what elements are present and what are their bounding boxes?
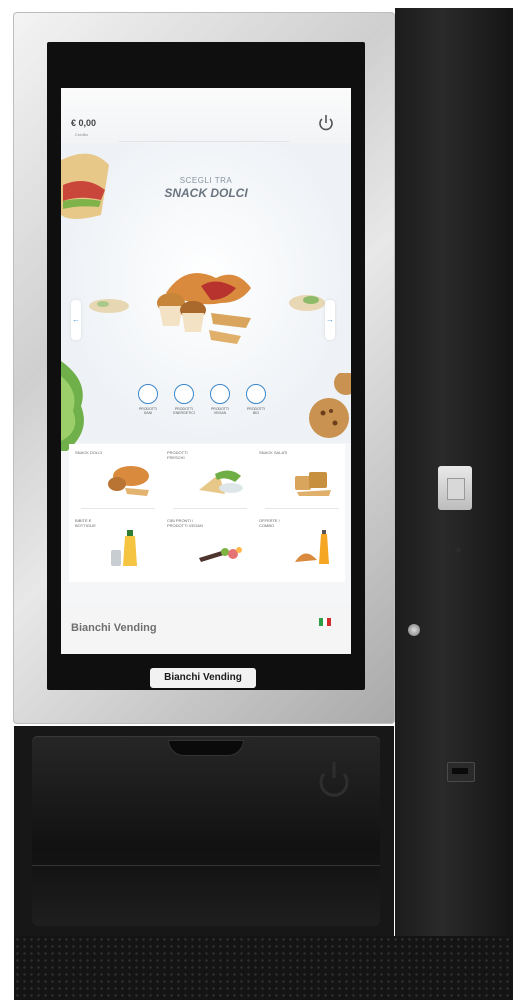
next-item-image	[289, 295, 325, 311]
diet-filter-label: PRODOTTI BIO	[246, 407, 266, 415]
power-icon[interactable]	[316, 113, 336, 133]
credit-label: Credito	[75, 132, 88, 137]
cookie-image	[309, 373, 351, 438]
diet-filter-energy[interactable]: PRODOTTI ENERGETICI	[172, 384, 196, 415]
coin-return-button[interactable]	[408, 624, 420, 636]
diet-filter-healthy[interactable]: PRODOTTI SANI	[136, 384, 160, 415]
combo-icon	[295, 530, 329, 564]
category-fresh-products[interactable]: PRODOTTI FRESCHI	[163, 444, 251, 510]
diet-filter-bio[interactable]: PRODOTTI BIO	[244, 384, 268, 415]
category-drinks[interactable]: BIBITE E BOTTIGLIE	[71, 512, 159, 578]
crackers-icon	[295, 472, 331, 496]
header-subtitle: SCEGLI TRA	[179, 176, 233, 185]
bio-icon	[246, 384, 266, 404]
carousel-next-button[interactable]: →	[325, 300, 335, 340]
diet-filter-vegan[interactable]: PRODOTTI VEGAN	[208, 384, 232, 415]
carousel-prev-button[interactable]: ←	[71, 300, 81, 340]
ventilation-grille	[14, 936, 513, 1000]
coin-slot-icon[interactable]	[447, 478, 465, 500]
category-label: OFFERTE / COMBO	[259, 518, 280, 528]
italy-flag-icon[interactable]	[319, 618, 331, 626]
category-label: BIBITE E BOTTIGLIE	[75, 518, 96, 528]
divider	[265, 508, 339, 509]
divider	[81, 508, 155, 509]
screen-footer: Bianchi Vending	[61, 604, 351, 654]
vegan-icon	[210, 384, 230, 404]
diet-filter-label: PRODOTTI VEGAN	[210, 407, 230, 415]
vegetables-icon	[199, 547, 242, 562]
power-logo-icon	[319, 762, 349, 797]
category-sweet-snacks[interactable]: SNACK DOLCI	[71, 444, 159, 510]
leaf-icon	[138, 384, 158, 404]
lightning-icon	[174, 384, 194, 404]
sandwich-icon	[199, 470, 243, 494]
pastry-icon	[108, 466, 149, 496]
credit-amount: € 0,00	[71, 118, 97, 128]
top-bar: € 0,00 Credito	[61, 88, 351, 143]
vending-machine: € 0,00 Credito SCEGLI TRA SNACK DOLCI ← …	[0, 0, 515, 1000]
category-label: CIBI PRONTI / PRODOTTI VEGAN	[167, 518, 203, 528]
category-label: SNACK DOLCI	[75, 450, 103, 455]
touchscreen: € 0,00 Credito SCEGLI TRA SNACK DOLCI ← …	[61, 88, 351, 654]
prev-item-image	[89, 299, 129, 313]
divider	[119, 141, 289, 142]
machine-brand-plate: Bianchi Vending	[150, 668, 256, 688]
diet-filter-label: PRODOTTI ENERGETICI	[173, 407, 195, 415]
indicator-dot	[455, 547, 461, 553]
featured-snacks-image[interactable]	[141, 258, 271, 348]
category-salty-snacks[interactable]: SNACK SALATI	[255, 444, 343, 510]
header-title: SNACK DOLCI	[164, 186, 248, 200]
category-grid: SNACK DOLCI PRODOTTI FRESCHI SNACK SALAT…	[69, 444, 345, 582]
door-handle[interactable]	[168, 740, 244, 756]
bottle-icon	[111, 530, 137, 566]
card-slot-icon	[452, 768, 468, 774]
category-label: PRODOTTI FRESCHI	[167, 450, 188, 460]
category-label: SNACK SALATI	[259, 450, 288, 455]
lettuce-image	[61, 361, 84, 451]
category-offers[interactable]: OFFERTE / COMBO	[255, 512, 343, 578]
divider	[173, 508, 247, 509]
category-ready-meals[interactable]: CIBI PRONTI / PRODOTTI VEGAN	[163, 512, 251, 578]
sandwich-image	[61, 153, 109, 219]
door-divider	[32, 865, 380, 866]
screen-brand-logo: Bianchi Vending	[71, 622, 157, 634]
diet-filter-label: PRODOTTI SANI	[138, 407, 158, 415]
